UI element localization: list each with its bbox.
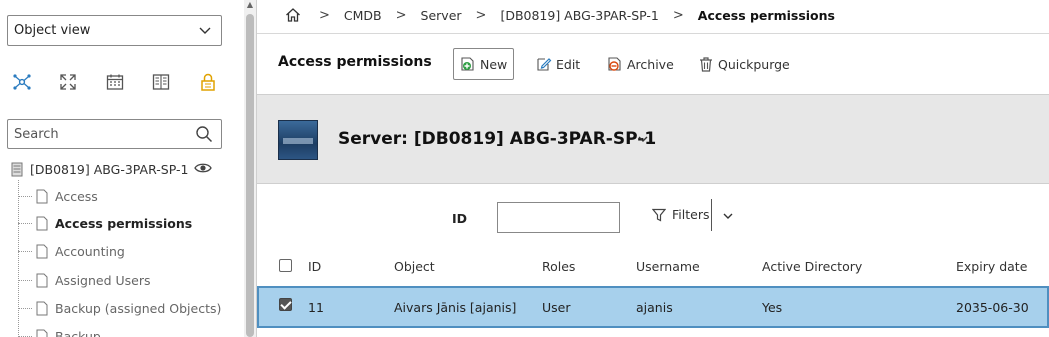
- page-icon: [36, 189, 48, 203]
- expand-icon[interactable]: [58, 72, 78, 92]
- chevron-down-icon[interactable]: [637, 133, 649, 145]
- breadcrumb-separator: >: [672, 7, 684, 23]
- chevron-down-icon[interactable]: [722, 210, 734, 222]
- filter-bar: ID Filters: [257, 195, 1049, 235]
- filter-separator: [711, 199, 712, 231]
- row-checkbox[interactable]: [279, 298, 292, 311]
- search-input[interactable]: Search: [7, 119, 222, 149]
- lock-icon[interactable]: [198, 72, 218, 92]
- chevron-down-icon: [199, 27, 211, 34]
- page-icon: [36, 329, 48, 337]
- tree-branch: [18, 250, 32, 252]
- object-title: Server: [DB0819] ABG-3PAR-SP-1: [338, 129, 657, 149]
- tree-branch: [18, 195, 32, 197]
- column-header-roles[interactable]: Roles: [542, 259, 575, 274]
- column-header-expiry-date[interactable]: Expiry date: [956, 259, 1027, 274]
- page-icon: [36, 273, 48, 287]
- breadcrumb: > CMDB > Server > [DB0819] ABG-3PAR-SP-1…: [257, 0, 1049, 30]
- tree-root[interactable]: [DB0819] ABG-3PAR-SP-1: [10, 160, 224, 178]
- sidebar: Object view Search [DB0819] ABG-3PAR-SP-…: [0, 0, 244, 337]
- column-header-object[interactable]: Object: [394, 259, 435, 274]
- view-select-value: Object view: [14, 23, 91, 38]
- eye-icon[interactable]: [194, 161, 212, 175]
- breadcrumb-separator: >: [395, 7, 407, 23]
- column-header-active-directory[interactable]: Active Directory: [762, 259, 862, 274]
- breadcrumb-separator: >: [475, 7, 487, 23]
- sidebar-scrollbar[interactable]: ▲: [244, 0, 256, 337]
- column-header-id[interactable]: ID: [308, 259, 321, 274]
- calendar-icon[interactable]: [105, 72, 125, 92]
- scroll-up-icon[interactable]: ▲: [246, 0, 254, 10]
- archive-button[interactable]: Archive: [601, 48, 680, 80]
- id-filter-input[interactable]: [497, 202, 620, 233]
- cell-expiry-date: 2035-06-30: [956, 300, 1029, 315]
- quickpurge-button[interactable]: Quickpurge: [692, 48, 796, 80]
- tree-branch: [18, 279, 32, 281]
- breadcrumb-cmdb[interactable]: CMDB: [344, 8, 382, 23]
- tree-root-label: [DB0819] ABG-3PAR-SP-1: [30, 161, 189, 177]
- object-header: Server: [DB0819] ABG-3PAR-SP-1: [257, 94, 1049, 184]
- tree-item-label: Assigned Users: [55, 272, 151, 288]
- cell-active-directory: Yes: [762, 300, 783, 315]
- page-icon: [36, 244, 48, 258]
- toolbar: Access permissions New Edit Archive Quic…: [257, 34, 1049, 94]
- filters-button[interactable]: Filters: [652, 207, 709, 222]
- breadcrumb-object[interactable]: [DB0819] ABG-3PAR-SP-1: [500, 8, 658, 23]
- select-all-checkbox[interactable]: [279, 259, 292, 272]
- tree-item-access[interactable]: Access: [18, 187, 98, 205]
- view-select[interactable]: Object view: [7, 15, 222, 46]
- main-content: > CMDB > Server > [DB0819] ABG-3PAR-SP-1…: [257, 0, 1049, 337]
- book-icon[interactable]: [151, 72, 171, 92]
- sidebar-toolbar: [12, 72, 222, 92]
- new-button[interactable]: New: [453, 48, 515, 80]
- tree-branch: [18, 335, 32, 337]
- search-placeholder: Search: [14, 126, 59, 142]
- table-row[interactable]: 11 Aivars Jānis [ajanis] User ajanis Yes…: [257, 286, 1049, 328]
- archive-button-label: Archive: [627, 56, 674, 72]
- server-image: [278, 120, 318, 160]
- cell-object[interactable]: Aivars Jānis [ajanis]: [394, 300, 516, 315]
- edit-button[interactable]: Edit: [530, 48, 586, 80]
- network-icon[interactable]: [12, 72, 32, 92]
- tree-branch: [18, 307, 32, 309]
- tree-item-backup-assigned-objects[interactable]: Backup (assigned Objects): [18, 299, 221, 317]
- tree-item-backup[interactable]: Backup: [18, 327, 101, 337]
- tree-item-label: Backup (assigned Objects): [55, 300, 222, 316]
- new-button-label: New: [480, 56, 508, 72]
- tree-item-access-permissions[interactable]: Access permissions: [18, 214, 192, 232]
- scrollbar-thumb[interactable]: [246, 14, 254, 337]
- tree-branch: [18, 222, 32, 224]
- cell-username: ajanis: [636, 300, 673, 315]
- page-icon: [36, 216, 48, 230]
- tree-item-label: Backup: [55, 328, 101, 337]
- page-title: Access permissions: [278, 54, 432, 70]
- cell-id: 11: [308, 300, 324, 315]
- edit-icon: [537, 58, 552, 71]
- quickpurge-button-label: Quickpurge: [718, 56, 790, 72]
- breadcrumb-current: Access permissions: [697, 7, 835, 23]
- breadcrumb-server[interactable]: Server: [421, 8, 462, 23]
- tree-item-label: Access: [55, 188, 98, 204]
- add-icon: [461, 57, 474, 71]
- server-icon: [11, 162, 23, 176]
- tree-item-label: Accounting: [55, 243, 125, 259]
- column-header-username[interactable]: Username: [636, 259, 700, 274]
- trash-icon: [700, 57, 712, 72]
- cell-roles: User: [542, 300, 571, 315]
- archive-icon: [608, 57, 621, 71]
- page-icon: [36, 301, 48, 315]
- tree-item-assigned-users[interactable]: Assigned Users: [18, 271, 151, 289]
- table-header: ID Object Roles Username Active Director…: [257, 254, 1049, 280]
- tree-item-accounting[interactable]: Accounting: [18, 242, 125, 260]
- filter-icon: [652, 208, 666, 221]
- breadcrumb-separator: >: [319, 7, 330, 23]
- tree-item-label: Access permissions: [55, 215, 193, 231]
- id-filter-label: ID: [452, 211, 468, 226]
- home-icon[interactable]: [285, 7, 301, 23]
- filters-button-label: Filters: [672, 207, 710, 222]
- edit-button-label: Edit: [556, 56, 581, 72]
- search-icon[interactable]: [195, 125, 213, 143]
